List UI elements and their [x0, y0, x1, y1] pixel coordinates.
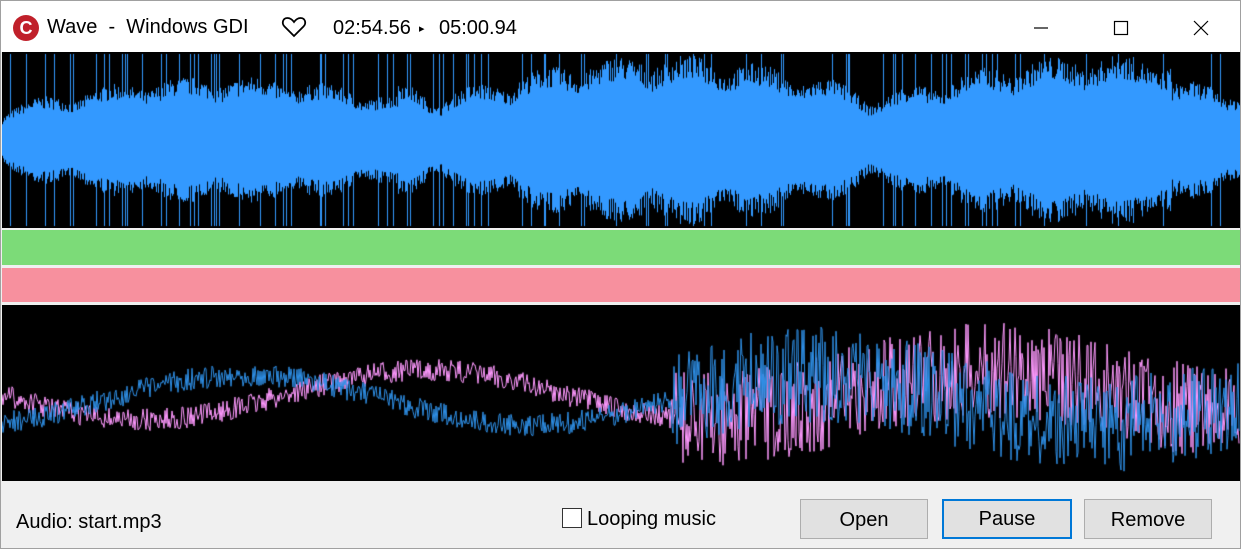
app-icon: C: [13, 15, 39, 41]
looping-checkbox[interactable]: [562, 508, 582, 528]
current-time: 02:54.56: [333, 17, 411, 39]
looping-label[interactable]: Looping music: [587, 508, 716, 531]
minimize-button[interactable]: [1001, 1, 1081, 52]
remove-button[interactable]: Remove: [1084, 499, 1212, 539]
maximize-icon: [1113, 20, 1129, 36]
title-bar[interactable]: C Wave - Windows GDI 02:54.56 ▸ 05:00.94: [1, 1, 1240, 52]
window-title: Wave - Windows GDI: [47, 16, 249, 38]
close-button[interactable]: [1161, 1, 1241, 52]
level-meter-left: [2, 230, 1240, 265]
waveform-overview[interactable]: [2, 52, 1240, 228]
oscilloscope-view: [2, 305, 1240, 481]
open-button[interactable]: Open: [800, 499, 928, 539]
app-window: C Wave - Windows GDI 02:54.56 ▸ 05:00.94: [0, 0, 1241, 549]
level-meter-right: [2, 268, 1240, 302]
close-icon: [1193, 20, 1209, 36]
total-time: 05:00.94: [439, 17, 517, 39]
heart-icon[interactable]: [281, 15, 307, 39]
maximize-button[interactable]: [1081, 1, 1161, 52]
audio-file-label: Audio: start.mp3: [16, 511, 162, 533]
play-indicator-icon: ▸: [419, 23, 425, 35]
minimize-icon: [1034, 27, 1048, 29]
pause-button[interactable]: Pause: [942, 499, 1072, 539]
